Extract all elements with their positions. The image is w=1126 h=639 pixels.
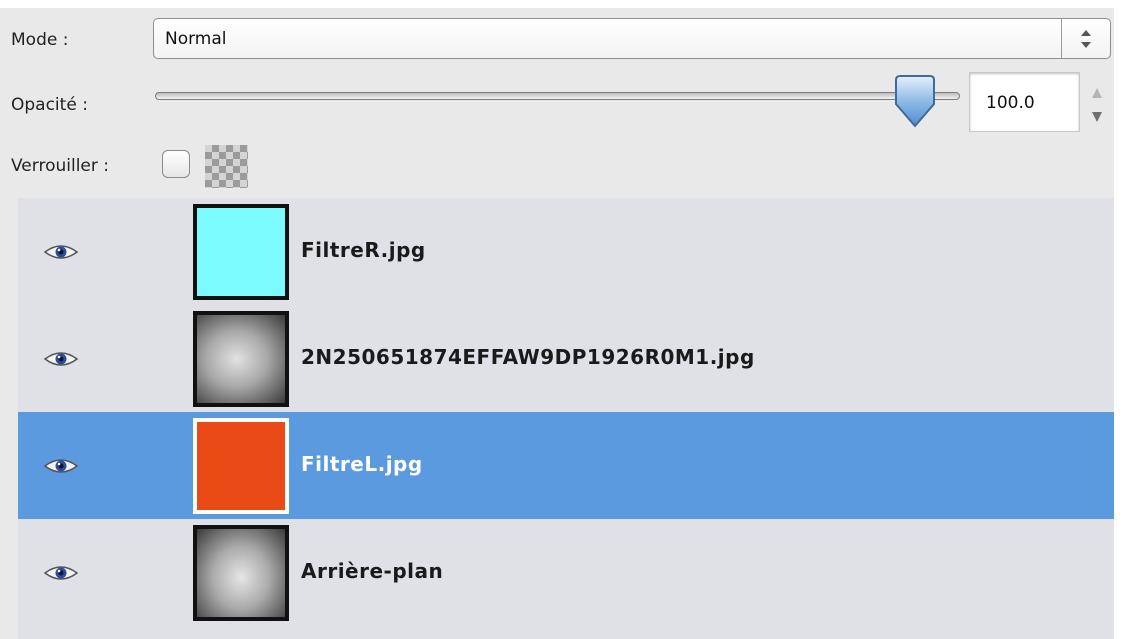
layers-list: FiltreR.jpg 2N250651874EFFAW9DP1926R0M1.… xyxy=(18,198,1114,639)
eye-icon[interactable] xyxy=(42,349,80,369)
layer-thumbnail xyxy=(193,418,289,514)
layer-thumbnail xyxy=(193,204,289,300)
opacity-spinner[interactable] xyxy=(1086,78,1108,130)
eye-icon[interactable] xyxy=(42,242,80,262)
lock-label: Verrouiller : xyxy=(11,156,109,176)
layer-thumbnail xyxy=(193,311,289,407)
layer-row-selected[interactable]: FiltreL.jpg xyxy=(18,412,1114,519)
lock-alpha-icon[interactable] xyxy=(205,145,248,188)
layers-panel: Mode : Normal Opacité : 100.0 Verrouille… xyxy=(0,8,1114,639)
mode-label: Mode : xyxy=(11,30,69,50)
mode-stepper[interactable] xyxy=(1061,19,1110,58)
eye-icon[interactable] xyxy=(42,456,80,476)
opacity-input[interactable]: 100.0 xyxy=(969,72,1080,132)
layer-name: Arrière-plan xyxy=(301,559,444,583)
layer-row[interactable]: 2N250651874EFFAW9DP1926R0M1.jpg xyxy=(18,305,1114,412)
up-down-arrows-icon xyxy=(1081,30,1091,48)
layer-name: FiltreR.jpg xyxy=(301,238,426,262)
opacity-slider-thumb[interactable] xyxy=(892,74,938,130)
lock-pixels-checkbox[interactable] xyxy=(162,150,190,178)
layer-row[interactable]: FiltreR.jpg xyxy=(18,198,1114,305)
layer-row[interactable]: Arrière-plan xyxy=(18,519,1114,626)
opacity-slider-track[interactable] xyxy=(155,92,960,100)
layer-name: 2N250651874EFFAW9DP1926R0M1.jpg xyxy=(301,345,755,369)
layer-thumbnail xyxy=(193,525,289,621)
opacity-value: 100.0 xyxy=(986,93,1035,113)
eye-icon[interactable] xyxy=(42,563,80,583)
mode-select[interactable]: Normal xyxy=(153,18,1111,59)
opacity-label: Opacité : xyxy=(11,95,88,115)
mode-value: Normal xyxy=(165,29,227,49)
layer-name: FiltreL.jpg xyxy=(301,452,423,476)
